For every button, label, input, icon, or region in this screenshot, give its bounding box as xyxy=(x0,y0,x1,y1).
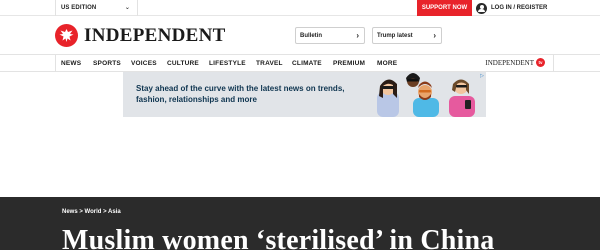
login-register-link[interactable]: LOG IN / REGISTER xyxy=(476,0,547,16)
trump-latest-label: Trump latest xyxy=(377,32,413,39)
top-bar: US EDITION ⌄ SUPPORT NOW LOG IN / REGIST… xyxy=(0,0,600,16)
chevron-down-icon: ⌄ xyxy=(124,5,130,11)
nav-culture[interactable]: CULTURE xyxy=(167,55,199,72)
article-header: News > World > Asia Muslim women ‘steril… xyxy=(0,197,600,250)
independent-tv-link[interactable]: INDEPENDENT tv xyxy=(485,58,545,67)
chevron-right-icon: › xyxy=(433,31,436,40)
nav-voices[interactable]: VOICES xyxy=(131,55,157,72)
ad-choices-icon[interactable]: ▷ xyxy=(480,73,484,79)
ad-people-illustration xyxy=(377,73,475,117)
nav-lifestyle[interactable]: LIFESTYLE xyxy=(209,55,246,72)
tv-wordmark: INDEPENDENT xyxy=(485,58,534,67)
eagle-icon xyxy=(55,24,78,47)
nav-sports[interactable]: SPORTS xyxy=(93,55,121,72)
main-nav: NEWS SPORTS VOICES CULTURE LIFESTYLE TRA… xyxy=(0,55,600,72)
nav-news[interactable]: NEWS xyxy=(61,55,81,72)
site-logo[interactable]: INDEPENDENT xyxy=(55,24,226,47)
user-icon xyxy=(476,2,487,14)
article-headline: Muslim women ‘sterilised’ in China xyxy=(62,225,495,250)
breadcrumb[interactable]: News > World > Asia xyxy=(62,209,121,215)
edition-selector[interactable]: US EDITION ⌄ xyxy=(55,0,138,16)
support-now-button[interactable]: SUPPORT NOW xyxy=(417,0,472,16)
ad-text: Stay ahead of the curve with the latest … xyxy=(136,84,345,104)
logo-wordmark: INDEPENDENT xyxy=(84,24,226,46)
edition-label: US EDITION xyxy=(61,5,97,11)
site-header: INDEPENDENT Bulletin › Trump latest › xyxy=(0,16,600,55)
nav-premium[interactable]: PREMIUM xyxy=(333,55,365,72)
tv-badge: tv xyxy=(536,58,545,67)
chevron-right-icon: › xyxy=(356,31,359,40)
bulletin-label: Bulletin xyxy=(300,32,322,39)
login-label: LOG IN / REGISTER xyxy=(491,5,548,11)
nav-more[interactable]: MORE xyxy=(377,55,397,72)
nav-travel[interactable]: TRAVEL xyxy=(256,55,283,72)
trump-latest-button[interactable]: Trump latest › xyxy=(372,27,442,44)
ad-banner[interactable]: Stay ahead of the curve with the latest … xyxy=(123,72,486,117)
nav-climate[interactable]: CLIMATE xyxy=(292,55,322,72)
bulletin-button[interactable]: Bulletin › xyxy=(295,27,365,44)
